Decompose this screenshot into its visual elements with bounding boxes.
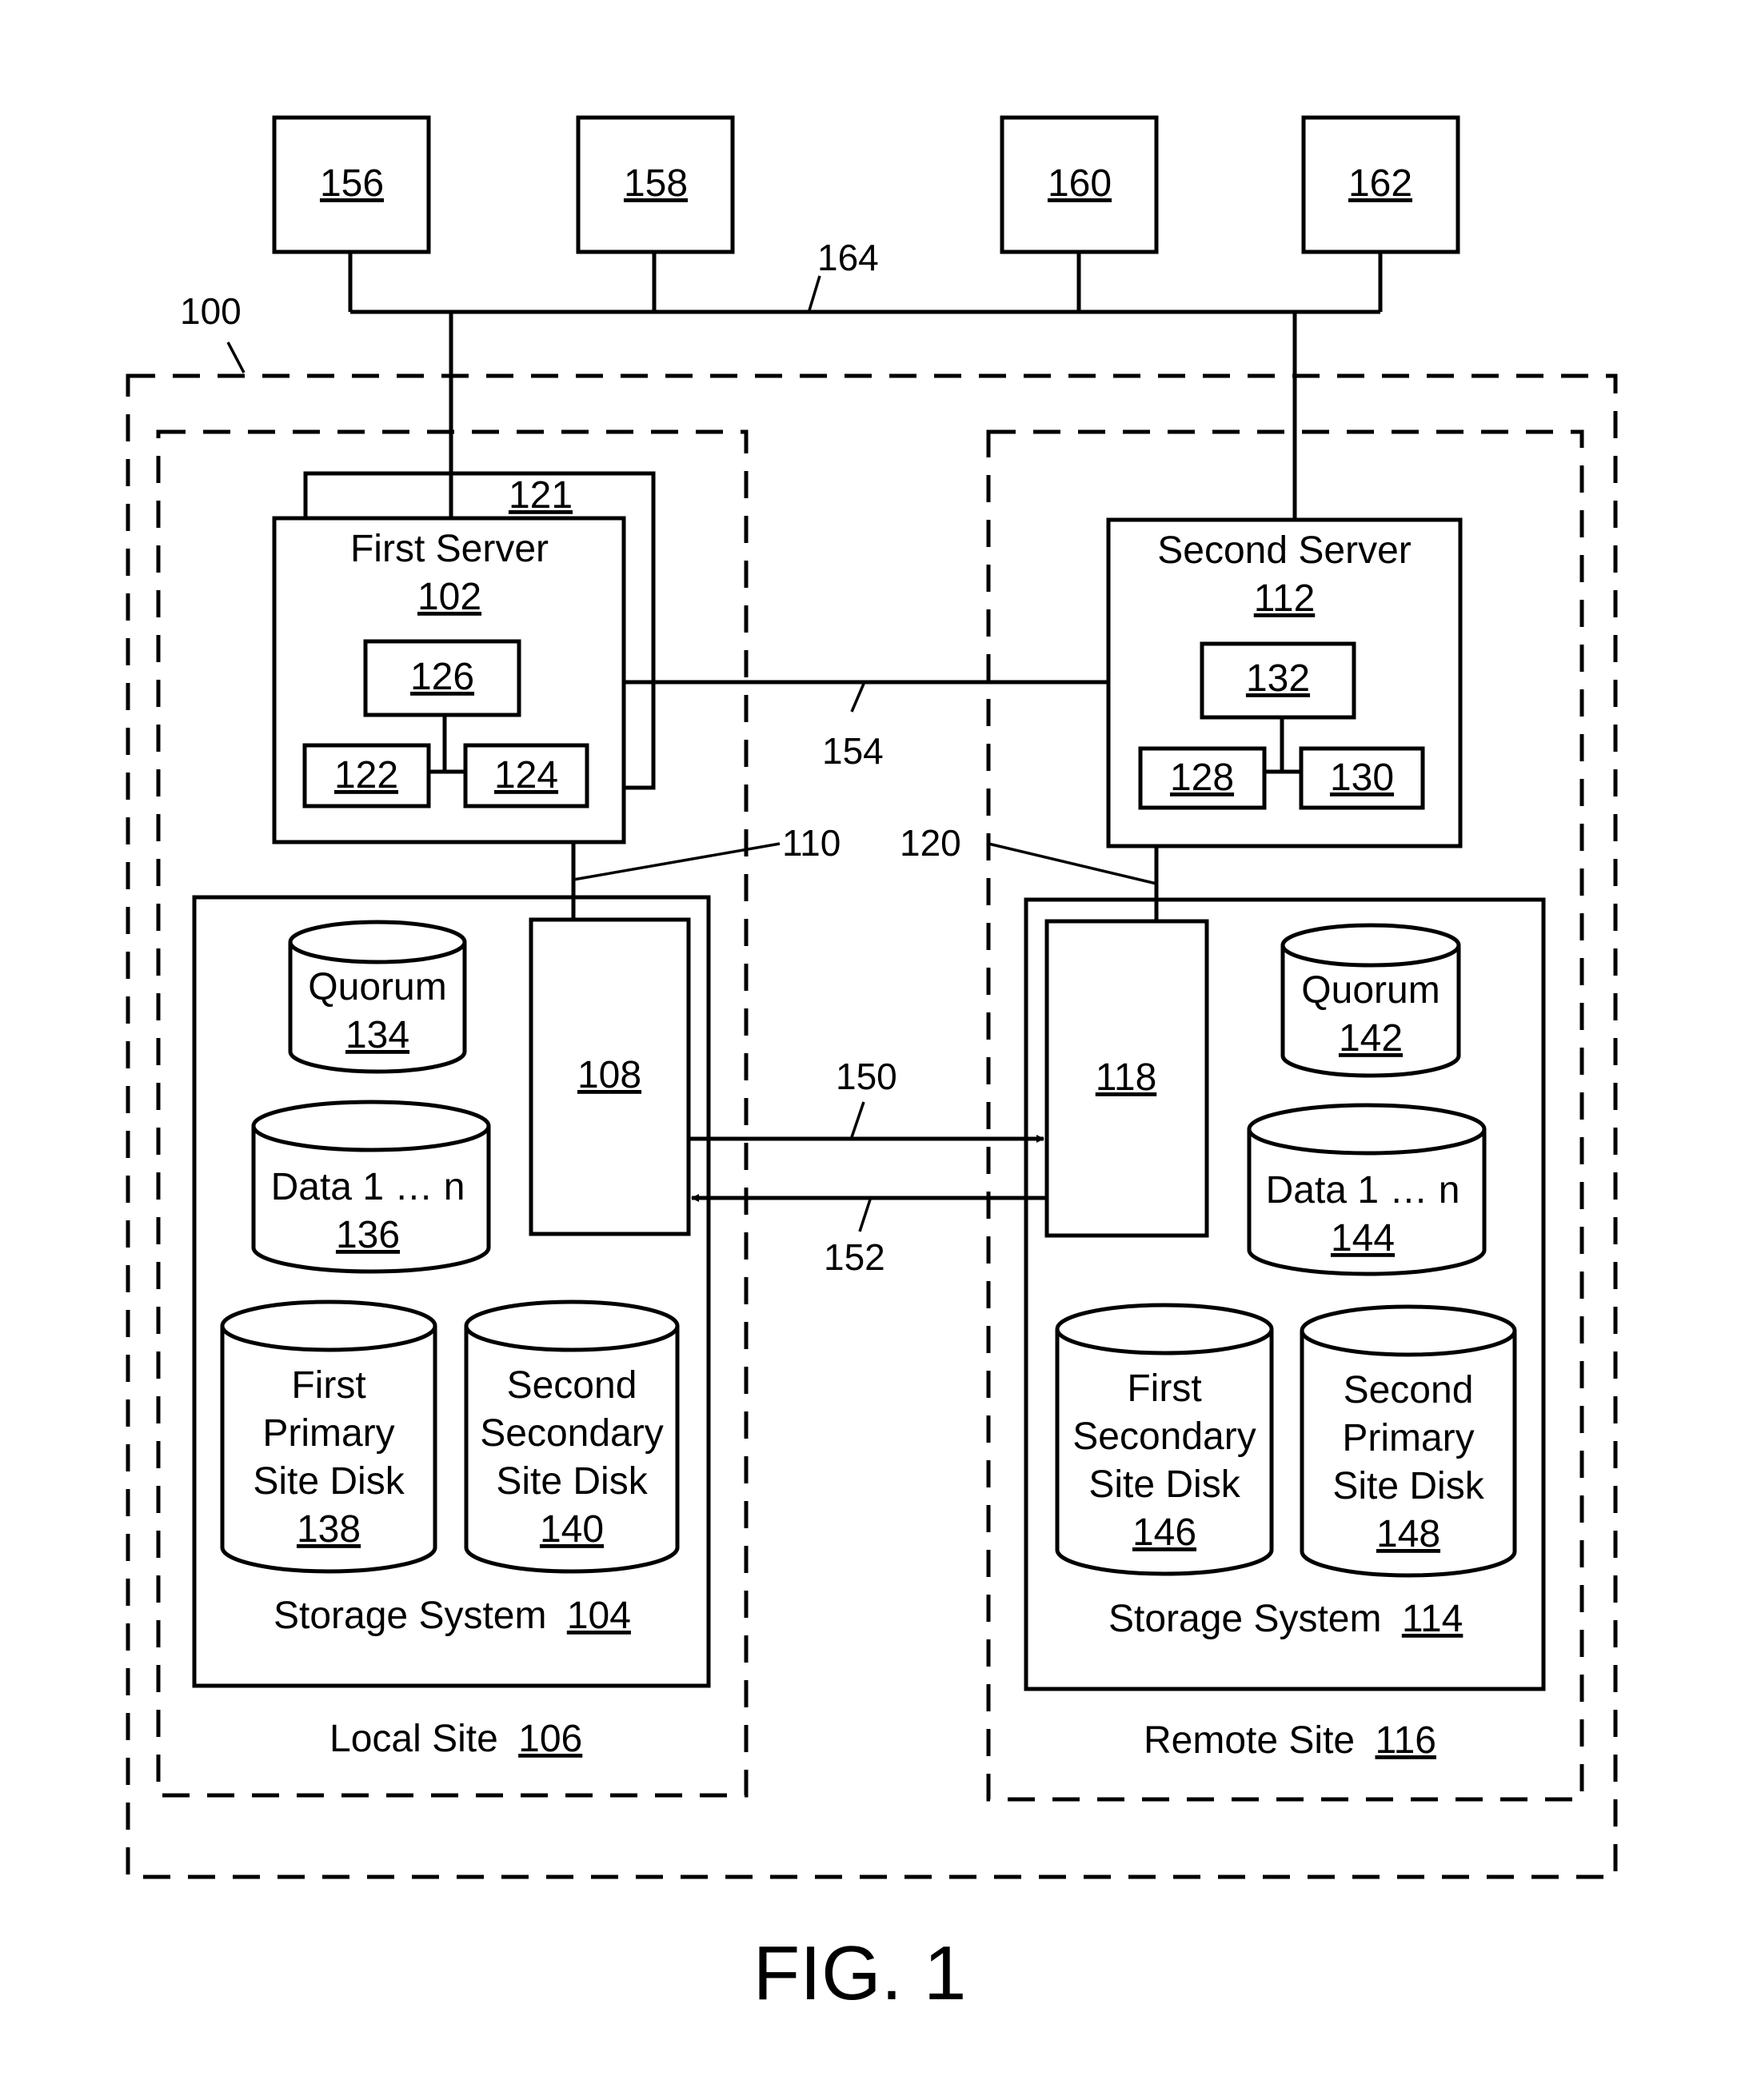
component-126: 126	[410, 656, 474, 698]
disk-ref: 148	[1376, 1513, 1440, 1555]
replication-reverse-ref: 152	[824, 1236, 885, 1278]
client-ref: 158	[624, 162, 688, 205]
component-130: 130	[1330, 757, 1394, 799]
disk-label-line: Primary	[262, 1412, 394, 1455]
disk-ref: 146	[1132, 1511, 1196, 1554]
disk-label-line: Second	[1344, 1369, 1474, 1411]
storage-system-104-label: Storage System 104	[274, 1595, 631, 1637]
data-label: Data 1 … n	[271, 1166, 465, 1208]
client-160: 160	[1000, 115, 1159, 254]
second-server: Second Server 112 132 128 130	[1106, 517, 1463, 848]
system-ref: 100	[180, 290, 242, 332]
controller-108: 108	[577, 1054, 641, 1096]
component-124: 124	[494, 754, 558, 796]
disk-label-line: Primary	[1342, 1417, 1474, 1459]
client-ref: 160	[1048, 162, 1112, 205]
client-ref: 156	[320, 162, 384, 205]
client-ref: 162	[1348, 162, 1412, 205]
quorum-disk-134: Quorum 134	[288, 920, 467, 1074]
first-server-label: First Server	[350, 528, 549, 570]
local-site-label: Local Site 106	[329, 1718, 582, 1760]
second-server-ref: 112	[1254, 577, 1316, 620]
site-disk-146: First Secondary Site Disk 146	[1055, 1303, 1274, 1576]
backplane-ref: 121	[509, 474, 573, 517]
component-122: 122	[334, 754, 398, 796]
disk-label-line: Site Disk	[1332, 1465, 1484, 1507]
disk-label-line: Second	[507, 1364, 637, 1407]
disk-label-line: First	[1127, 1367, 1201, 1410]
link-ref-110: 110	[782, 822, 841, 864]
network-ref: 164	[817, 237, 879, 278]
site-disk-140: Second Secondary Site Disk 140	[464, 1300, 680, 1574]
storage-system-114-label: Storage System 114	[1108, 1598, 1463, 1640]
site-disk-148: Second Primary Site Disk 148	[1300, 1304, 1517, 1578]
component-128: 128	[1170, 757, 1234, 799]
first-server: First Server 102 126 122 124	[272, 516, 626, 844]
storage-system-114: 120 118 Quorum 142 Data 1 … n 144 First …	[900, 822, 1546, 1691]
client-156: 156	[272, 115, 431, 254]
quorum-label: Quorum	[1301, 969, 1440, 1012]
component-132: 132	[1246, 657, 1310, 700]
quorum-ref: 142	[1339, 1017, 1403, 1060]
disk-ref: 138	[297, 1508, 361, 1551]
data-ref: 136	[336, 1214, 400, 1256]
quorum-ref: 134	[345, 1014, 409, 1056]
disk-ref: 140	[540, 1508, 604, 1551]
server-link: 154	[624, 680, 1108, 772]
remote-site-label: Remote Site 116	[1144, 1719, 1436, 1762]
link-ref-120: 120	[900, 822, 961, 864]
client-162: 162	[1301, 115, 1460, 254]
disk-label-line: Site Disk	[253, 1460, 405, 1503]
disk-label-line: Site Disk	[496, 1460, 648, 1503]
first-server-ref: 102	[417, 576, 481, 618]
quorum-disk-142: Quorum 142	[1280, 923, 1461, 1078]
network-bus: 164	[348, 237, 1383, 524]
server-link-ref: 154	[822, 730, 884, 772]
replication-forward-ref: 150	[836, 1056, 897, 1097]
figure-caption: FIG. 1	[753, 1930, 967, 2016]
diagram-canvas: 156 158 160 162 164 100 Local Site 106 R…	[126, 115, 1618, 2016]
storage-system-104: 110 108 Quorum 134 Data 1 … n 136 First …	[192, 822, 841, 1688]
controller-118: 118	[1096, 1056, 1157, 1099]
disk-label-line: Site Disk	[1088, 1463, 1240, 1506]
disk-label-line: First	[291, 1364, 365, 1407]
data-label: Data 1 … n	[1266, 1169, 1460, 1212]
site-disk-138: First Primary Site Disk 138	[220, 1300, 437, 1574]
client-158: 158	[576, 115, 735, 254]
disk-label-line: Secondary	[1072, 1415, 1256, 1458]
data-ref: 144	[1331, 1217, 1395, 1260]
data-disk-136: Data 1 … n 136	[251, 1100, 491, 1274]
quorum-label: Quorum	[308, 966, 446, 1008]
data-disk-144: Data 1 … n 144	[1247, 1103, 1487, 1276]
second-server-label: Second Server	[1157, 529, 1412, 572]
disk-label-line: Secondary	[480, 1412, 663, 1455]
